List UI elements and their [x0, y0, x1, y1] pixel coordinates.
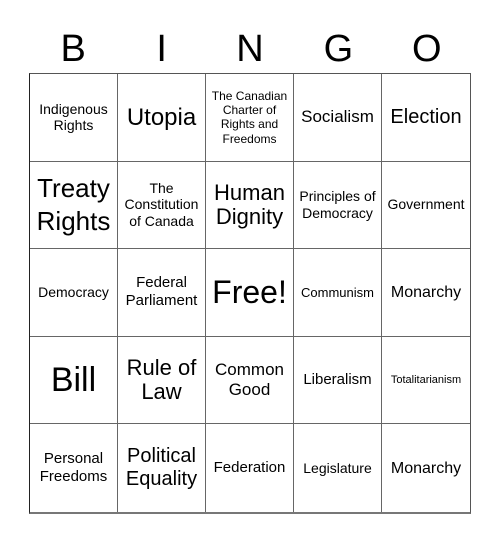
- bingo-cell[interactable]: Personal Freedoms: [30, 424, 118, 512]
- bingo-cell[interactable]: Rule of Law: [118, 336, 206, 425]
- bingo-cell[interactable]: Communism: [294, 249, 382, 337]
- bingo-header: B I N G O: [29, 26, 471, 72]
- header-letter-o: O: [412, 28, 442, 70]
- bingo-cell[interactable]: Human Dignity: [206, 161, 294, 250]
- bingo-cell[interactable]: Totalitarianism: [382, 337, 470, 425]
- bingo-cell[interactable]: Election: [382, 74, 470, 162]
- bingo-cell[interactable]: Treaty Rights: [30, 161, 118, 250]
- free-space[interactable]: Free!: [206, 249, 294, 337]
- header-letter-g: G: [323, 28, 354, 70]
- bingo-cell[interactable]: Bill: [30, 336, 118, 425]
- bingo-cell[interactable]: The Canadian Charter of Rights and Freed…: [206, 74, 294, 162]
- bingo-cell[interactable]: Legislature: [294, 424, 382, 512]
- bingo-cell[interactable]: Liberalism: [294, 336, 382, 425]
- header-letter-n: N: [236, 28, 264, 70]
- header-letter-b: B: [60, 28, 86, 70]
- bingo-cell[interactable]: Federal Parliament: [118, 249, 206, 337]
- bingo-cell[interactable]: The Constitution of Canada: [118, 161, 206, 250]
- bingo-cell[interactable]: Democracy: [30, 249, 118, 337]
- header-letter-i: I: [156, 28, 167, 70]
- bingo-cell[interactable]: Utopia: [118, 74, 206, 162]
- bingo-cell[interactable]: Monarchy: [382, 424, 470, 512]
- bingo-cell[interactable]: Federation: [206, 424, 294, 512]
- bingo-cell[interactable]: Principles of Democracy: [294, 161, 382, 250]
- bingo-cell[interactable]: Common Good: [206, 336, 294, 425]
- bingo-grid: Indigenous Rights Utopia The Canadian Ch…: [29, 73, 471, 514]
- bingo-cell[interactable]: Monarchy: [382, 249, 470, 337]
- bingo-cell[interactable]: Political Equality: [118, 424, 206, 512]
- bingo-cell[interactable]: Socialism: [294, 74, 382, 162]
- bingo-cell[interactable]: Indigenous Rights: [30, 74, 118, 162]
- bingo-cell[interactable]: Government: [382, 162, 470, 250]
